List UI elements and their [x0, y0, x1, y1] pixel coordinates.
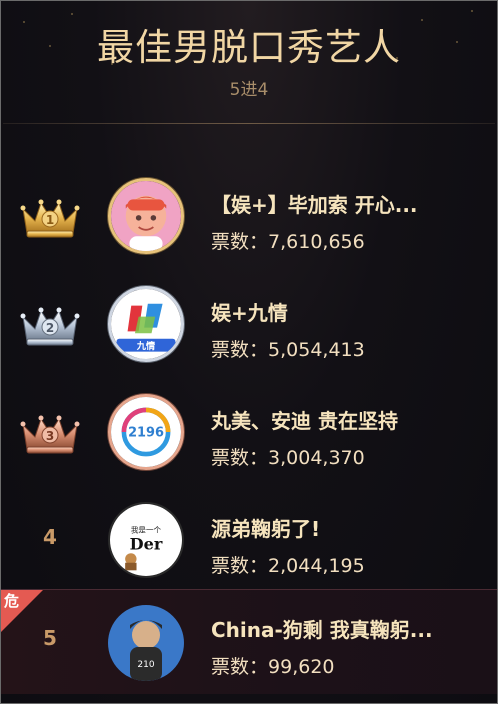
ranking-list: 1 【娱+】毕加索 开心... 票数：7,610,656 2 九情 娱+九情 票…: [1, 163, 497, 694]
avatar[interactable]: 210: [108, 605, 184, 681]
crown-rank-number: 1: [46, 213, 54, 227]
avatar[interactable]: [108, 178, 184, 254]
crown-rank-number: 2: [46, 321, 54, 335]
rank-number: 5: [43, 626, 57, 650]
vote-count: 票数：5,054,413: [211, 339, 365, 361]
header: 最佳男脱口秀艺人 5进4: [1, 1, 497, 123]
avatar-image: [111, 181, 181, 251]
contestant-name: 源弟鞠躬了!: [211, 517, 321, 541]
crown-rank-number: 3: [46, 429, 54, 443]
vote-count: 票数：99,620: [211, 656, 335, 678]
contestant-name: 丸美、安迪 贵在坚持: [211, 409, 398, 433]
page-title: 最佳男脱口秀艺人: [97, 26, 401, 69]
svg-text:Der: Der: [130, 534, 163, 553]
bronze-crown-icon: 3: [20, 415, 80, 454]
svg-text:我是一个: 我是一个: [131, 524, 162, 534]
contestant-name: China-狗剩 我真鞠躬...: [211, 618, 433, 642]
avatar[interactable]: 我是一个 Der: [108, 502, 184, 578]
avatar-image: 九情: [111, 289, 181, 359]
svg-text:2196: 2196: [128, 426, 164, 441]
leaderboard-panel: 最佳男脱口秀艺人 5进4 1 【娱+】毕加索 开心... 票数：7,610,65…: [0, 0, 498, 704]
avatar[interactable]: 2196: [108, 394, 184, 470]
avatar-image: 210: [108, 605, 184, 681]
vote-count: 票数：3,004,370: [211, 447, 365, 469]
list-item-rank-1[interactable]: 1 【娱+】毕加索 开心... 票数：7,610,656: [1, 163, 497, 271]
gold-crown-icon: 1: [20, 199, 80, 238]
danger-label: 危: [4, 592, 20, 610]
vote-count: 票数：2,044,195: [211, 555, 365, 577]
svg-text:九情: 九情: [136, 340, 156, 352]
list-item-rank-2[interactable]: 2 九情 娱+九情 票数：5,054,413: [1, 271, 497, 379]
contestant-name: 【娱+】毕加索 开心...: [211, 193, 418, 217]
avatar[interactable]: 九情: [108, 286, 184, 362]
svg-text:210: 210: [137, 660, 154, 670]
avatar-image: 我是一个 Der: [110, 504, 182, 576]
list-item-rank-5[interactable]: 危 5 210 China-狗剩 我真鞠躬... 票数：99,620: [1, 589, 497, 694]
avatar-image: 2196: [111, 397, 181, 467]
list-item-rank-4[interactable]: 4 我是一个 Der 源弟鞠躬了! 票数：2,044,195: [1, 487, 497, 595]
round-subtitle: 5进4: [229, 80, 269, 100]
rank-number: 4: [43, 525, 57, 549]
list-item-rank-3[interactable]: 3 2196 丸美、安迪 贵在坚持 票数：3,004,370: [1, 379, 497, 487]
vote-count: 票数：7,610,656: [211, 231, 365, 253]
silver-crown-icon: 2: [20, 307, 80, 346]
divider: [3, 123, 495, 124]
contestant-name: 娱+九情: [211, 301, 288, 325]
